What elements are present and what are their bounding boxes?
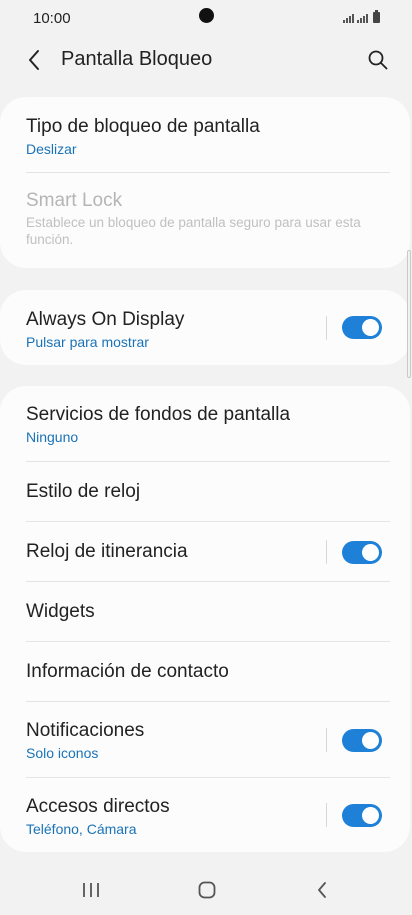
setting-always-on-display[interactable]: Always On Display Pulsar para mostrar (0, 290, 410, 365)
always-on-display-toggle[interactable] (342, 316, 382, 339)
home-button[interactable] (187, 876, 227, 904)
search-button[interactable] (362, 44, 394, 76)
vertical-divider (326, 315, 327, 340)
setting-clock-style[interactable]: Estilo de reloj (0, 462, 410, 522)
app-bar: Pantalla Bloqueo (0, 36, 412, 84)
setting-title: Servicios de fondos de pantalla (26, 404, 291, 425)
shortcuts-toggle[interactable] (342, 803, 382, 827)
battery-icon (373, 10, 380, 23)
recent-apps-icon (83, 883, 99, 897)
back-button[interactable] (18, 44, 50, 76)
lock-screen-options-card: Servicios de fondos de pantalla Ninguno … (0, 386, 410, 852)
setting-title: Smart Lock (26, 190, 123, 211)
setting-roaming-clock[interactable]: Reloj de itinerancia (0, 522, 410, 582)
setting-value: Deslizar (26, 141, 77, 157)
setting-value: Ninguno (26, 429, 79, 445)
signal-icon (343, 14, 354, 23)
chevron-left-icon (29, 50, 39, 70)
setting-widgets[interactable]: Widgets (0, 582, 410, 642)
toggle-container (326, 540, 382, 564)
nav-back-button[interactable] (302, 876, 342, 904)
status-bar: 10:00 (0, 0, 412, 36)
setting-contact-info[interactable]: Información de contacto (0, 642, 410, 702)
setting-description: Establece un bloqueo de pantalla seguro … (26, 215, 361, 247)
scrollbar[interactable] (407, 250, 411, 378)
setting-title: Información de contacto (26, 661, 229, 682)
vertical-divider (326, 728, 327, 752)
setting-wallpaper-services[interactable]: Servicios de fondos de pantalla Ninguno (0, 386, 410, 462)
back-icon (318, 882, 326, 898)
toggle-container (326, 728, 382, 752)
vertical-divider (326, 803, 327, 827)
search-icon (368, 50, 388, 70)
setting-title: Widgets (26, 601, 95, 622)
navigation-bar (0, 860, 412, 915)
page-title: Pantalla Bloqueo (61, 48, 213, 70)
setting-title: Tipo de bloqueo de pantalla (26, 116, 260, 137)
lock-type-card: Tipo de bloqueo de pantalla Deslizar Sma… (0, 97, 410, 268)
setting-shortcuts[interactable]: Accesos directos Teléfono, Cámara (0, 778, 410, 852)
signal-icon (357, 14, 368, 23)
setting-notifications[interactable]: Notificaciones Solo iconos (0, 702, 410, 778)
toggle-container (326, 803, 382, 827)
always-on-display-card: Always On Display Pulsar para mostrar (0, 290, 410, 365)
toggle-container (326, 315, 382, 340)
status-icons (343, 10, 380, 23)
setting-screen-lock-type[interactable]: Tipo de bloqueo de pantalla Deslizar (0, 97, 410, 173)
camera-cutout (199, 8, 214, 23)
status-time: 10:00 (33, 10, 71, 27)
notifications-toggle[interactable] (342, 728, 382, 752)
setting-title: Estilo de reloj (26, 481, 141, 502)
setting-smart-lock: Smart Lock Establece un bloqueo de panta… (0, 173, 410, 268)
vertical-divider (326, 540, 327, 564)
roaming-clock-toggle[interactable] (342, 540, 382, 564)
recent-apps-button[interactable] (71, 876, 111, 904)
home-icon (198, 881, 216, 899)
